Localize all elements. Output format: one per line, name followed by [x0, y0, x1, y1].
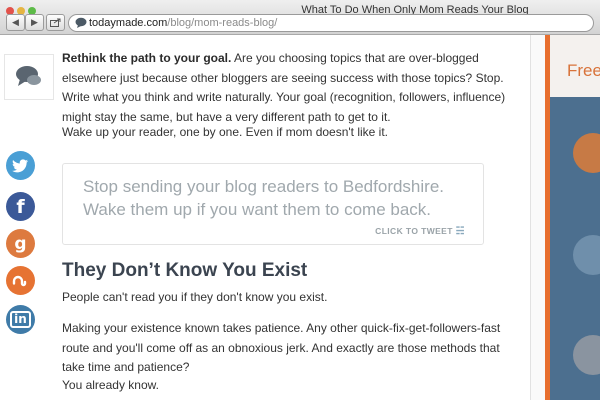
forward-icon: ▶	[31, 17, 38, 27]
tweetable-quote: Stop sending your blog readers to Bedfor…	[83, 177, 445, 219]
linkedin-share-button[interactable]: in	[6, 305, 35, 334]
paragraph-you-already-know: You already know.	[62, 378, 159, 392]
paragraph-making-existence: Making your existence known takes patien…	[62, 321, 501, 374]
share-button[interactable]	[46, 14, 65, 31]
address-bar[interactable]: todaymade.com/blog/mom-reads-blog/	[68, 14, 594, 32]
url-text: todaymade.com/blog/mom-reads-blog/	[89, 15, 277, 31]
paragraph-rethink: Rethink the path to your goal. Are you c…	[62, 49, 522, 127]
back-icon: ◀	[12, 17, 19, 27]
twitter-bird-icon	[12, 158, 28, 172]
paragraph-people-cant-read: People can't read you if they don't know…	[62, 290, 328, 304]
stumbleupon-icon	[12, 275, 27, 286]
click-to-tweet-link[interactable]: CLICK TO TWEET ☵	[375, 226, 465, 237]
url-domain: todaymade.com	[89, 17, 168, 29]
stumbleupon-share-button[interactable]	[6, 266, 35, 295]
right-sidebar	[545, 35, 600, 400]
paragraph-wake-up: Wake up your reader, one by one. Even if…	[62, 125, 389, 139]
url-path: /blog/mom-reads-blog/	[167, 17, 278, 29]
vertical-scrollbar[interactable]	[530, 35, 545, 400]
chat-bubble-logo-icon	[16, 66, 41, 86]
share-icon	[50, 18, 61, 27]
googleplus-share-button[interactable]: g	[6, 229, 35, 258]
forward-button[interactable]: ▶	[25, 14, 44, 31]
click-to-tweet-label: CLICK TO TWEET	[375, 226, 453, 236]
site-logo[interactable]	[4, 54, 54, 100]
browser-titlebar: What To Do When Only Mom Reads Your Blog…	[0, 0, 600, 35]
google-g-icon: g	[14, 233, 27, 254]
back-button[interactable]: ◀	[6, 14, 25, 31]
tweet-bird-icon: ☵	[455, 226, 465, 237]
facebook-f-icon: f	[16, 195, 25, 218]
section-heading: They Don’t Know You Exist	[62, 260, 308, 281]
facebook-share-button[interactable]: f	[6, 192, 35, 221]
sidebar-free-label: Free	[567, 61, 600, 80]
linkedin-in-icon: in	[10, 311, 31, 328]
speech-bubble-favicon-icon	[75, 17, 87, 28]
twitter-share-button[interactable]	[6, 151, 35, 180]
click-to-tweet-box[interactable]: Stop sending your blog readers to Bedfor…	[62, 163, 484, 245]
paragraph-rethink-bold: Rethink the path to your goal.	[62, 51, 232, 65]
